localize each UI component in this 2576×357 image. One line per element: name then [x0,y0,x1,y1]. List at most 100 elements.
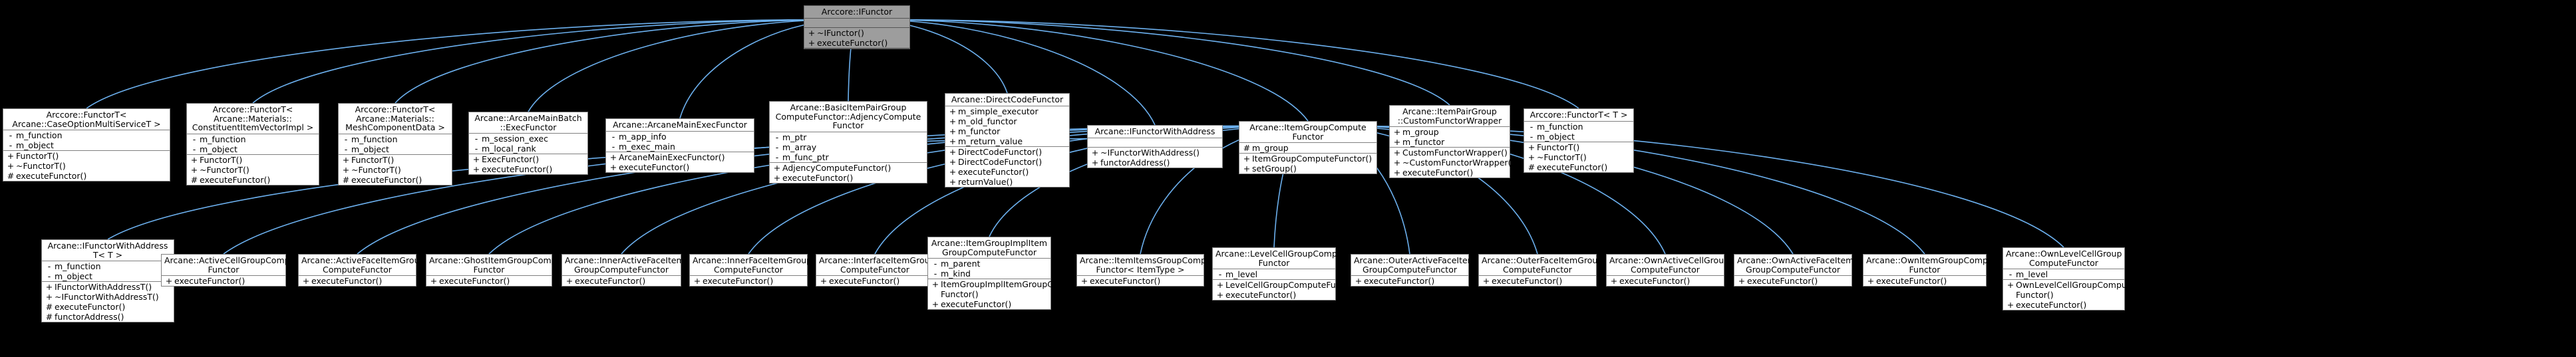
method-name: executeFunctor() [55,302,126,312]
class-node-directcodefunctor[interactable]: Arcane::DirectCodeFunctor + m_simple_execu… [945,93,1070,187]
method-name: executeFunctor() [16,171,87,181]
class-node-itempairgroup-customfunctorwrapper[interactable]: Arcane::ItemPairGroup ::CustomFunctorWra… [1389,105,1514,178]
edge-functort-meshcomponentdata-to-ifunctor [395,20,857,104]
class-node-innerfaceitemgroup[interactable]: Arcane::InnerFaceItemGroup ComputeFuncto… [689,254,812,287]
class-node-itemgroupimplitem[interactable]: Arcane::ItemGroupImplItem GroupComputeFu… [927,237,1085,310]
visibility-marker: + [1867,276,1875,286]
visibility-marker: + [1393,127,1401,137]
attribute-row: - m_object [187,144,319,154]
method-name: DirectCodeFunctor() [958,156,1043,167]
class-node-ownactivecellgroup[interactable]: Arcane::OwnActiveCellGroup ComputeFuncto… [1606,254,1729,287]
method-name: executeFunctor() [1492,276,1563,286]
visibility-marker: + [342,164,350,175]
method-name: executeFunctor() [1364,276,1435,286]
class-node-ownitemgroup[interactable]: Arcane::OwnItemGroupCompute Functor + exec… [1863,254,2001,287]
class-node-attribute-section: - m_app_info - m_exec_main [606,132,754,152]
visibility-marker: + [7,161,15,171]
visibility-marker [2005,290,2016,300]
method-name: executeFunctor() [311,276,383,286]
class-node-functort-t[interactable]: Arccore::FunctorT< T > - m_function - m_obje… [1524,108,1634,173]
method-name: executeFunctor() [439,276,510,286]
class-node-functort-caseoptionmultiservicet[interactable]: Arccore::FunctorT< Arcane::CaseOptionMul… [3,108,170,181]
class-node-activecellgroup[interactable]: Arcane::ActiveCellGroupCompute Functor + e… [161,254,303,287]
class-node-ownlevelcellgroup[interactable]: Arcane::OwnLevelCellGroup ComputeFunctor… [2003,247,2135,310]
method-row: + returnValue() [945,177,1069,187]
class-node-method-section: + ArcaneMainExecFunctor() + executeFunctor(… [606,152,754,172]
visibility-marker: # [1243,143,1251,153]
method-name: executeFunctor() [1225,290,1297,300]
attribute-row: - m_function [1524,122,1633,132]
class-node-activefaceitemgroup[interactable]: Arcane::ActiveFaceItemGroup ComputeFunct… [298,254,424,287]
visibility-marker: + [808,37,816,48]
class-node-arcanemainbatch-execfunctor[interactable]: Arcane::ArcaneMainBatch ::ExecFunctor - m_… [468,112,588,175]
class-node-functort-constituentitemvectorimpl[interactable]: Arccore::FunctorT< Arcane::Materials:: C… [186,103,319,185]
class-node-method-section: + FunctorT() + ~FunctorT() # executeFunctor() [3,151,170,181]
class-node-method-section: + executeFunctor() [1479,276,1596,286]
class-node-ghostitemgroup[interactable]: Arcane::GhostItemGroupCompute Functor + ex… [426,254,570,287]
method-name: executeFunctor() [1876,276,1947,286]
class-node-levelcellgroup[interactable]: Arcane::LevelCellGroupCompute Functor - m_… [1212,247,1364,300]
class-node-arcanemainexecfunctor[interactable]: Arcane::ArcaneMainExecFunctor - m_app_info… [605,118,754,173]
visibility-marker: + [949,126,957,136]
visibility-marker: + [1393,158,1401,168]
method-name: executeFunctor() [782,172,854,183]
class-node-basicitempairgroup-adjency[interactable]: Arcane::BasicItemPairGroup ComputeFuncto… [769,101,927,183]
method-row: + executeFunctor() [1734,276,1852,286]
attribute-name: m_return_value [958,136,1023,146]
method-row: + ~FunctorT() [339,165,452,175]
method-row: Functor() [2003,290,2124,300]
method-name: ~FunctorT() [1537,152,1587,162]
method-row: + FunctorT() [339,155,452,165]
attribute-row: - m_exec_main [606,142,754,152]
method-row: + DirectCodeFunctor() [945,157,1069,167]
visibility-marker: + [302,276,310,286]
method-name: setGroup() [1252,164,1297,174]
visibility-marker: + [949,146,957,157]
class-node-title: Arcane::OwnActiveFaceItem GroupComputeFu… [1734,255,1853,276]
visibility-marker: # [7,171,15,181]
visibility-marker: - [933,259,937,269]
class-node-ifunctorwithaddress[interactable]: Arcane::IFunctorWithAddress+ ~IFunctorWit… [1087,125,1223,168]
class-node-ownactivefaceitem[interactable]: Arcane::OwnActiveFaceItem GroupComputeFu… [1734,254,1853,287]
visibility-marker: - [474,134,478,144]
class-node-ifunctorwithaddresst[interactable]: Arcane::IFunctorWithAddress T< T > - m_fun… [41,239,174,322]
visibility-marker: + [472,164,480,174]
attribute-row: + m_group [1390,127,1510,137]
visibility-marker: + [609,162,617,172]
attribute-row: - m_array [770,142,927,152]
visibility-marker: + [931,279,939,289]
class-node-title: Arcane::ArcaneMainExecFunctor [606,119,754,132]
class-node-itemitemsgroup[interactable]: Arcane::ItemItemsGroupCompute Functor< I… [1076,254,1219,287]
attribute-row: - m_kind [928,269,1050,279]
edge-functort-caseoptionmultiservicet-to-ifunctor [86,20,857,109]
class-node-outerfaceitemgroup[interactable]: Arcane::OuterFaceItemGroup ComputeFuncto… [1478,254,1603,287]
attribute-name: m_group [1402,127,1439,137]
class-node-method-section: + executeFunctor() [162,276,285,286]
method-row: + executeFunctor() [1213,290,1335,300]
attribute-name: m_ptr [782,132,807,142]
method-name: executeFunctor() [941,299,1012,309]
method-row: # functorAddress() [42,312,174,322]
class-node-interfaceitemgroup[interactable]: Arcane::InterfaceItemGroup ComputeFuncto… [816,254,935,287]
visibility-marker: + [1355,276,1363,286]
class-node-title: Arcane::InnerActiveFaceItem GroupCompute… [562,255,685,276]
class-node-method-section: + executeFunctor() [1607,276,1724,286]
visibility-marker: + [949,176,957,187]
method-row: + ~IFunctorWithAddress() [1088,148,1222,158]
method-name: executeFunctor() [1537,162,1608,172]
method-name: ~IFunctor() [817,27,864,38]
method-row: + executeFunctor() [562,276,681,286]
empty-attribute-section [804,19,909,27]
uml-class-diagram: Arccore::IFunctor + ~IFunctor() + executeFun… [0,0,2576,357]
class-node-outeractiveitem[interactable]: Arcane::OuterActiveFaceItem GroupCompute… [1351,254,1476,287]
visibility-marker: - [775,142,779,152]
method-name: executeFunctor() [2016,300,2087,310]
class-node-ifunctor[interactable]: Arccore::IFunctor + ~IFunctor() + executeFun… [804,5,910,49]
class-node-title: Arcane::IFunctorWithAddress [1088,126,1222,138]
class-node-itemgroupcomputefunctor[interactable]: Arcane::ItemGroupCompute Functor # m_group… [1239,121,1377,174]
class-node-functort-meshcomponentdata[interactable]: Arccore::FunctorT< Arcane::Materials:: M… [338,103,452,185]
visibility-marker: + [342,154,350,165]
class-node-inneractivefaceitem[interactable]: Arcane::InnerActiveFaceItem GroupCompute… [562,254,685,287]
method-row: + executeFunctor() [1351,276,1468,286]
method-name: executeFunctor() [619,162,690,172]
